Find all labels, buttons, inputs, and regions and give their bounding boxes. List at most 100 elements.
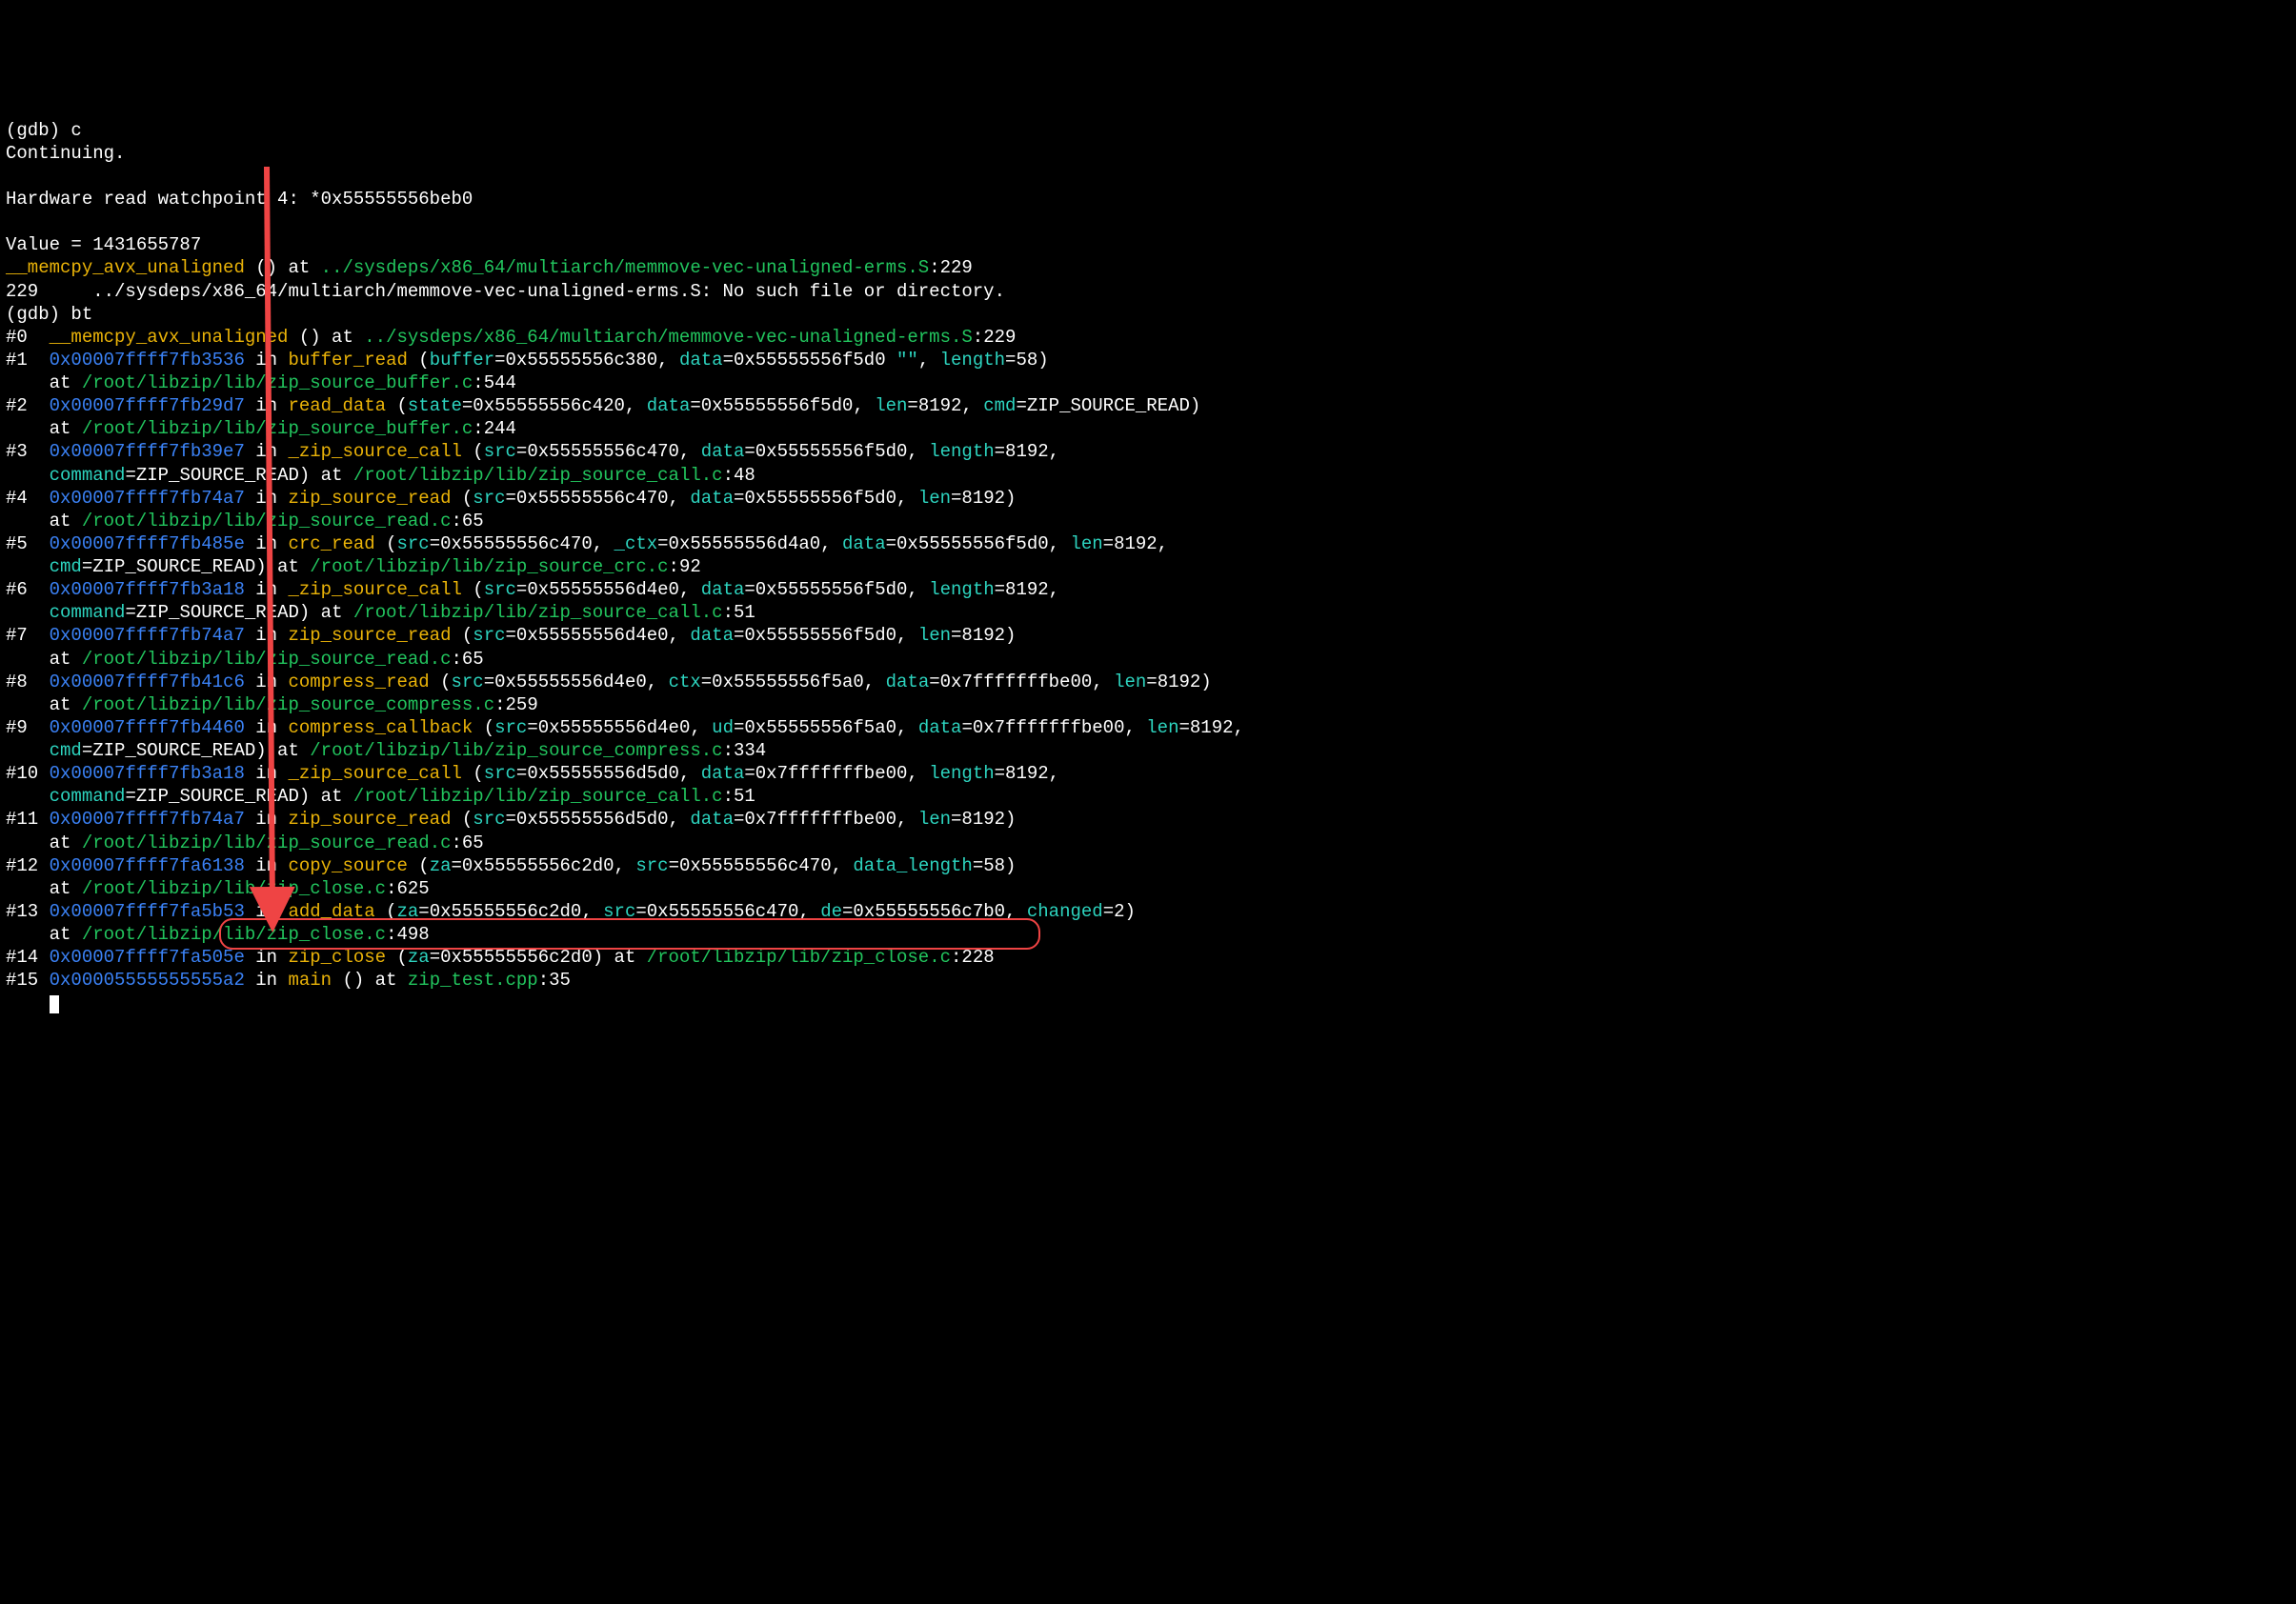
param-name: command	[50, 786, 126, 807]
source-path: /root/libzip/lib/zip_source_call.c	[353, 465, 723, 486]
frame-number: #13	[6, 901, 50, 922]
source-path: /root/libzip/lib/zip_close.c	[82, 924, 386, 945]
param-name: data	[690, 625, 734, 646]
value-line: Value = 1431655787	[6, 234, 201, 255]
param-name: data	[690, 809, 734, 830]
frame-number: #12	[6, 855, 50, 876]
line-number: 65	[462, 511, 484, 531]
param-name: len	[918, 488, 951, 509]
param-name: len	[1070, 533, 1102, 554]
gdb-prompt: (gdb)	[6, 120, 70, 141]
line-number: 51	[734, 786, 755, 807]
param-name: length	[940, 350, 1005, 371]
source-path: /root/libzip/lib/zip_source_compress.c	[310, 740, 722, 761]
frame-address: 0x00007ffff7fb74a7	[50, 809, 245, 830]
frame-address: 0x00007ffff7fb74a7	[50, 488, 245, 509]
param-name: len	[1114, 672, 1146, 692]
line-number: 544	[484, 372, 516, 393]
param-name: src	[473, 488, 505, 509]
source-path: /root/libzip/lib/zip_source_read.c	[82, 832, 452, 853]
frame-address: 0x00007ffff7fa505e	[50, 947, 245, 968]
source-path: /root/libzip/lib/zip_source_buffer.c	[82, 418, 473, 439]
param-name: data	[842, 533, 886, 554]
param-name: src	[494, 717, 527, 738]
frame-number: #3	[6, 441, 50, 462]
param-name: de	[820, 901, 842, 922]
param-name: src	[484, 763, 516, 784]
line-number: 244	[484, 418, 516, 439]
function-name: compress_read	[288, 672, 429, 692]
source-path: /root/libzip/lib/zip_source_read.c	[82, 649, 452, 670]
gdb-prompt: (gdb)	[6, 304, 70, 325]
frame-number: #2	[6, 395, 50, 416]
function-name: _zip_source_call	[288, 579, 461, 600]
frame-address: 0x00007ffff7fa6138	[50, 855, 245, 876]
frame-number: #0	[6, 327, 50, 348]
source-path: /root/libzip/lib/zip_source_compress.c	[82, 694, 494, 715]
frame-address: 0x00007ffff7fb3a18	[50, 763, 245, 784]
frame-number: #8	[6, 672, 50, 692]
function-name: add_data	[288, 901, 374, 922]
gdb-command: bt	[70, 304, 92, 325]
line-number: 35	[549, 970, 571, 991]
frame-address: 0x00007ffff7fb29d7	[50, 395, 245, 416]
continuing-text: Continuing.	[6, 143, 125, 164]
param-name: data	[679, 350, 723, 371]
param-name: ud	[712, 717, 734, 738]
param-name: src	[452, 672, 484, 692]
line-number: 228	[961, 947, 994, 968]
param-name: length	[929, 441, 994, 462]
function-name: crc_read	[288, 533, 374, 554]
frame-address: 0x00007ffff7fb3a18	[50, 579, 245, 600]
param-name: state	[408, 395, 462, 416]
param-name: _ctx	[614, 533, 658, 554]
param-name: cmd	[50, 740, 82, 761]
param-name: cmd	[983, 395, 1016, 416]
line-number: 334	[734, 740, 766, 761]
source-path: zip_test.cpp	[408, 970, 538, 991]
function-name: _zip_source_call	[288, 763, 461, 784]
param-name: cmd	[50, 556, 82, 577]
param-name: src	[396, 533, 429, 554]
param-name: src	[473, 625, 505, 646]
line-number: 259	[506, 694, 538, 715]
frame-address: 0x00007ffff7fb485e	[50, 533, 245, 554]
param-name: changed	[1027, 901, 1103, 922]
param-name: src	[603, 901, 635, 922]
param-name: data	[918, 717, 962, 738]
line-number: 48	[734, 465, 755, 486]
frame-number: #4	[6, 488, 50, 509]
frame-address: 0x00005555555555a2	[50, 970, 245, 991]
frame-number: #10	[6, 763, 50, 784]
function-name: compress_callback	[288, 717, 473, 738]
frame-address: 0x00007ffff7fb39e7	[50, 441, 245, 462]
param-name: length	[929, 763, 994, 784]
frame-number: #15	[6, 970, 50, 991]
terminal-output[interactable]: (gdb) c Continuing. Hardware read watchp…	[6, 96, 2290, 1131]
param-name: src	[484, 441, 516, 462]
param-name: len	[918, 625, 951, 646]
cursor	[50, 995, 59, 1013]
watchpoint-text: Hardware read watchpoint 4: *0x55555556b…	[6, 189, 473, 210]
frame-number: #14	[6, 947, 50, 968]
source-path: ../sysdeps/x86_64/multiarch/memmove-vec-…	[364, 327, 973, 348]
gdb-command: c	[70, 120, 81, 141]
function-name: read_data	[288, 395, 386, 416]
frame-number: #7	[6, 625, 50, 646]
function-name: zip_close	[288, 947, 386, 968]
param-name: data_length	[853, 855, 972, 876]
frame-address: 0x00007ffff7fb4460	[50, 717, 245, 738]
param-name: za	[430, 855, 452, 876]
frame-address: 0x00007ffff7fb41c6	[50, 672, 245, 692]
line-number: 498	[397, 924, 430, 945]
frame-address: 0x00007ffff7fb74a7	[50, 625, 245, 646]
source-path: /root/libzip/lib/zip_close.c	[647, 947, 951, 968]
source-path: ../sysdeps/x86_64/multiarch/memmove-vec-…	[321, 257, 930, 278]
function-name: copy_source	[288, 855, 407, 876]
source-path: /root/libzip/lib/zip_source_call.c	[353, 786, 723, 807]
param-name: length	[929, 579, 994, 600]
param-name: data	[701, 441, 745, 462]
param-name: za	[396, 901, 418, 922]
param-name: len	[1146, 717, 1178, 738]
param-name: src	[484, 579, 516, 600]
